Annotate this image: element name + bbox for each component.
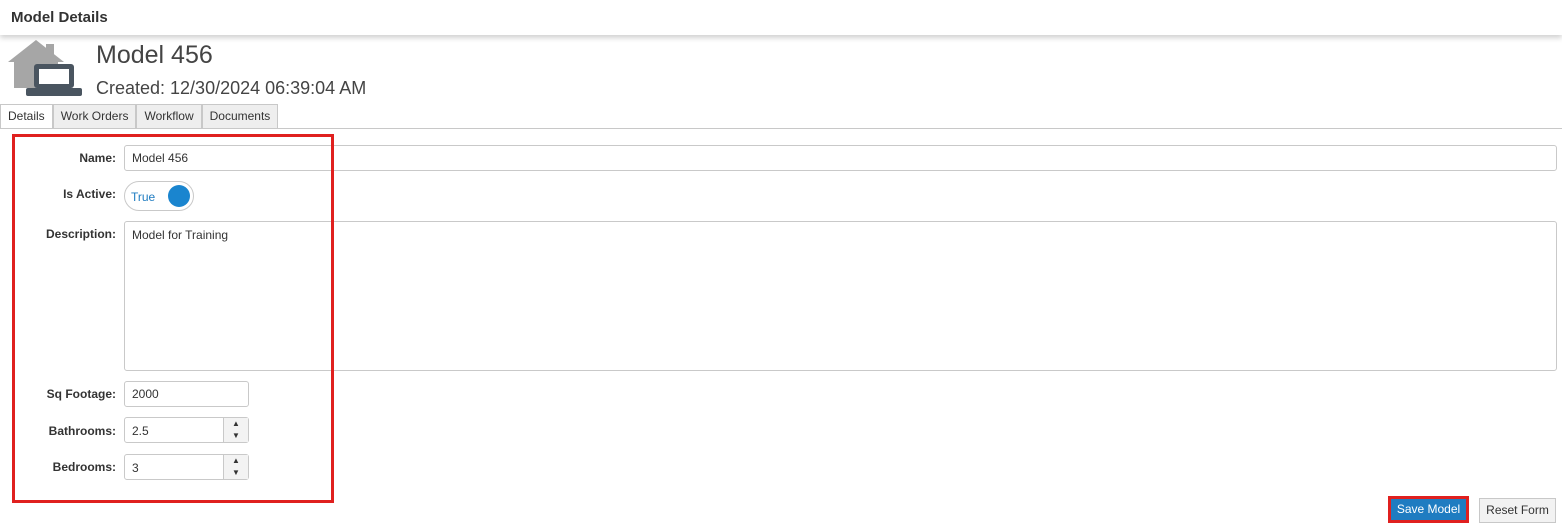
- increment-arrow-icon[interactable]: ▲: [224, 455, 248, 467]
- bathrooms-spin-buttons: ▲ ▼: [223, 418, 248, 442]
- decrement-arrow-icon[interactable]: ▼: [224, 430, 248, 442]
- is-active-label: Is Active:: [63, 187, 116, 201]
- tab-bar: Details Work Orders Workflow Documents: [0, 104, 279, 129]
- toggle-state-text: True: [131, 190, 156, 204]
- bathrooms-stepper[interactable]: 2.5 ▲ ▼: [124, 417, 249, 443]
- bedrooms-stepper[interactable]: 3 ▲ ▼: [124, 454, 249, 480]
- is-active-toggle[interactable]: True: [124, 181, 194, 211]
- bedrooms-value[interactable]: 3: [132, 461, 139, 475]
- toggle-knob: [168, 185, 190, 207]
- sq-footage-label: Sq Footage:: [46, 387, 116, 401]
- name-input[interactable]: Model 456: [124, 145, 1557, 171]
- increment-arrow-icon[interactable]: ▲: [224, 418, 248, 430]
- created-timestamp: Created: 12/30/2024 06:39:04 AM: [96, 78, 367, 98]
- tab-work-orders[interactable]: Work Orders: [52, 104, 137, 128]
- sq-footage-input[interactable]: 2000: [124, 381, 249, 407]
- top-bar: Model Details: [0, 0, 1562, 35]
- bedrooms-label: Bedrooms:: [52, 460, 116, 474]
- bathrooms-value[interactable]: 2.5: [132, 424, 149, 438]
- tab-divider: [0, 128, 1562, 129]
- description-textarea[interactable]: Model for Training: [124, 221, 1557, 371]
- bathrooms-label: Bathrooms:: [48, 424, 116, 438]
- decrement-arrow-icon[interactable]: ▼: [224, 467, 248, 479]
- reset-form-button[interactable]: Reset Form: [1479, 498, 1556, 523]
- name-label: Name:: [79, 151, 116, 165]
- save-model-button[interactable]: Save Model: [1388, 496, 1469, 523]
- tab-details[interactable]: Details: [0, 104, 53, 129]
- tab-documents[interactable]: Documents: [201, 104, 279, 128]
- tab-workflow[interactable]: Workflow: [136, 104, 202, 128]
- description-label: Description:: [45, 227, 116, 241]
- house-laptop-icon: [6, 38, 84, 100]
- page-header-title: Model Details: [11, 9, 108, 26]
- model-title: Model 456: [96, 41, 213, 69]
- bedrooms-spin-buttons: ▲ ▼: [223, 455, 248, 479]
